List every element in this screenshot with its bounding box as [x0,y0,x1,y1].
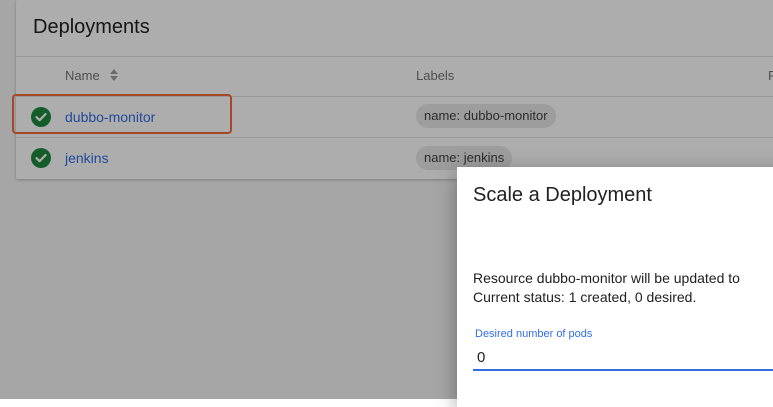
scale-dialog: Scale a Deployment Resource dubbo-monito… [457,167,773,407]
desired-pods-label: Desired number of pods [475,328,593,340]
dialog-title: Scale a Deployment [473,184,652,206]
dialog-message-line-2: Current status: 1 created, 0 desired. [473,289,697,305]
dialog-message-line-1: Resource dubbo-monitor will be updated t… [473,270,740,286]
desired-pods-input[interactable] [473,345,773,371]
